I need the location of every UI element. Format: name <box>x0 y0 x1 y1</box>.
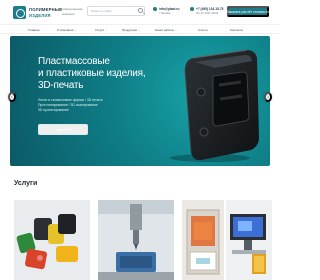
logo-text-line2[interactable]: ИЗДЕЛИЯ <box>29 13 51 18</box>
company-info-line1: Производственная <box>58 7 83 11</box>
request-quote-button[interactable]: Заказать расчёт стоимости <box>227 6 269 17</box>
phone-icon <box>190 7 194 11</box>
phone-link[interactable]: +7 (495) 134-15-75 <box>196 7 223 11</box>
nav-item-about[interactable]: О компании <box>57 28 77 32</box>
search-input[interactable] <box>87 6 145 16</box>
company-info-line2: компания <box>62 12 75 16</box>
hero-product-image <box>170 49 259 162</box>
nav-item-services[interactable]: Услуги <box>95 28 107 32</box>
email-link[interactable]: info@plast.ru <box>159 7 179 11</box>
hero-title-line2: и пластиковые изделия, <box>38 68 146 79</box>
hero-title-line3: 3D-печать <box>38 80 84 91</box>
hero-subtitle-line3: 3D проектирование <box>38 108 69 112</box>
service-card-cnc[interactable] <box>98 200 174 280</box>
nav-item-products[interactable]: Продукция <box>122 28 140 32</box>
mail-icon <box>153 7 157 11</box>
logo-icon[interactable] <box>13 6 26 19</box>
hero-title-line1: Пластмассовые <box>38 56 110 67</box>
main-navigation: Главная О компании Услуги Продукция Наши… <box>0 24 280 34</box>
service-card-3d-printing[interactable] <box>182 200 224 280</box>
nav-item-home[interactable]: Главная <box>28 28 39 32</box>
hero-subtitle-line2: Прототипирование / 3D сканирование <box>38 103 98 107</box>
slider-next-button[interactable]: › <box>264 92 272 102</box>
service-card-3d-scanning[interactable] <box>226 200 272 280</box>
address-text: г. Москва <box>159 12 171 15</box>
work-hours-text: Пн–Пт 9:00–18:00 <box>196 12 219 15</box>
services-heading: Услуги <box>14 180 38 187</box>
nav-item-articles[interactable]: Статьи <box>198 28 208 32</box>
search-icon[interactable] <box>138 8 143 13</box>
slider-prev-button[interactable]: ‹ <box>8 92 16 102</box>
hero-subtitle-line1: Литье в силиконовые формы / 3D печать <box>38 98 103 102</box>
3d-scanner-image <box>226 200 272 280</box>
chevron-left-icon: ‹ <box>10 93 14 101</box>
chevron-right-icon: › <box>266 93 270 101</box>
nav-item-portfolio[interactable]: Наши работы <box>155 28 177 32</box>
service-card-plastic-parts[interactable] <box>14 200 90 280</box>
nav-item-contacts[interactable]: Контакты <box>230 28 243 32</box>
cnc-machining-image <box>98 200 174 280</box>
site-header: ПОЛИМЕРНЫЕ ИЗДЕЛИЯ Производственная комп… <box>0 0 280 24</box>
plastic-parts-image <box>14 200 90 280</box>
3d-printer-image <box>182 200 224 280</box>
hero-slider: Пластмассовые и пластиковые изделия, 3D-… <box>10 36 270 166</box>
services-cards <box>0 200 280 280</box>
hero-more-button[interactable]: Подробнее <box>38 124 88 135</box>
